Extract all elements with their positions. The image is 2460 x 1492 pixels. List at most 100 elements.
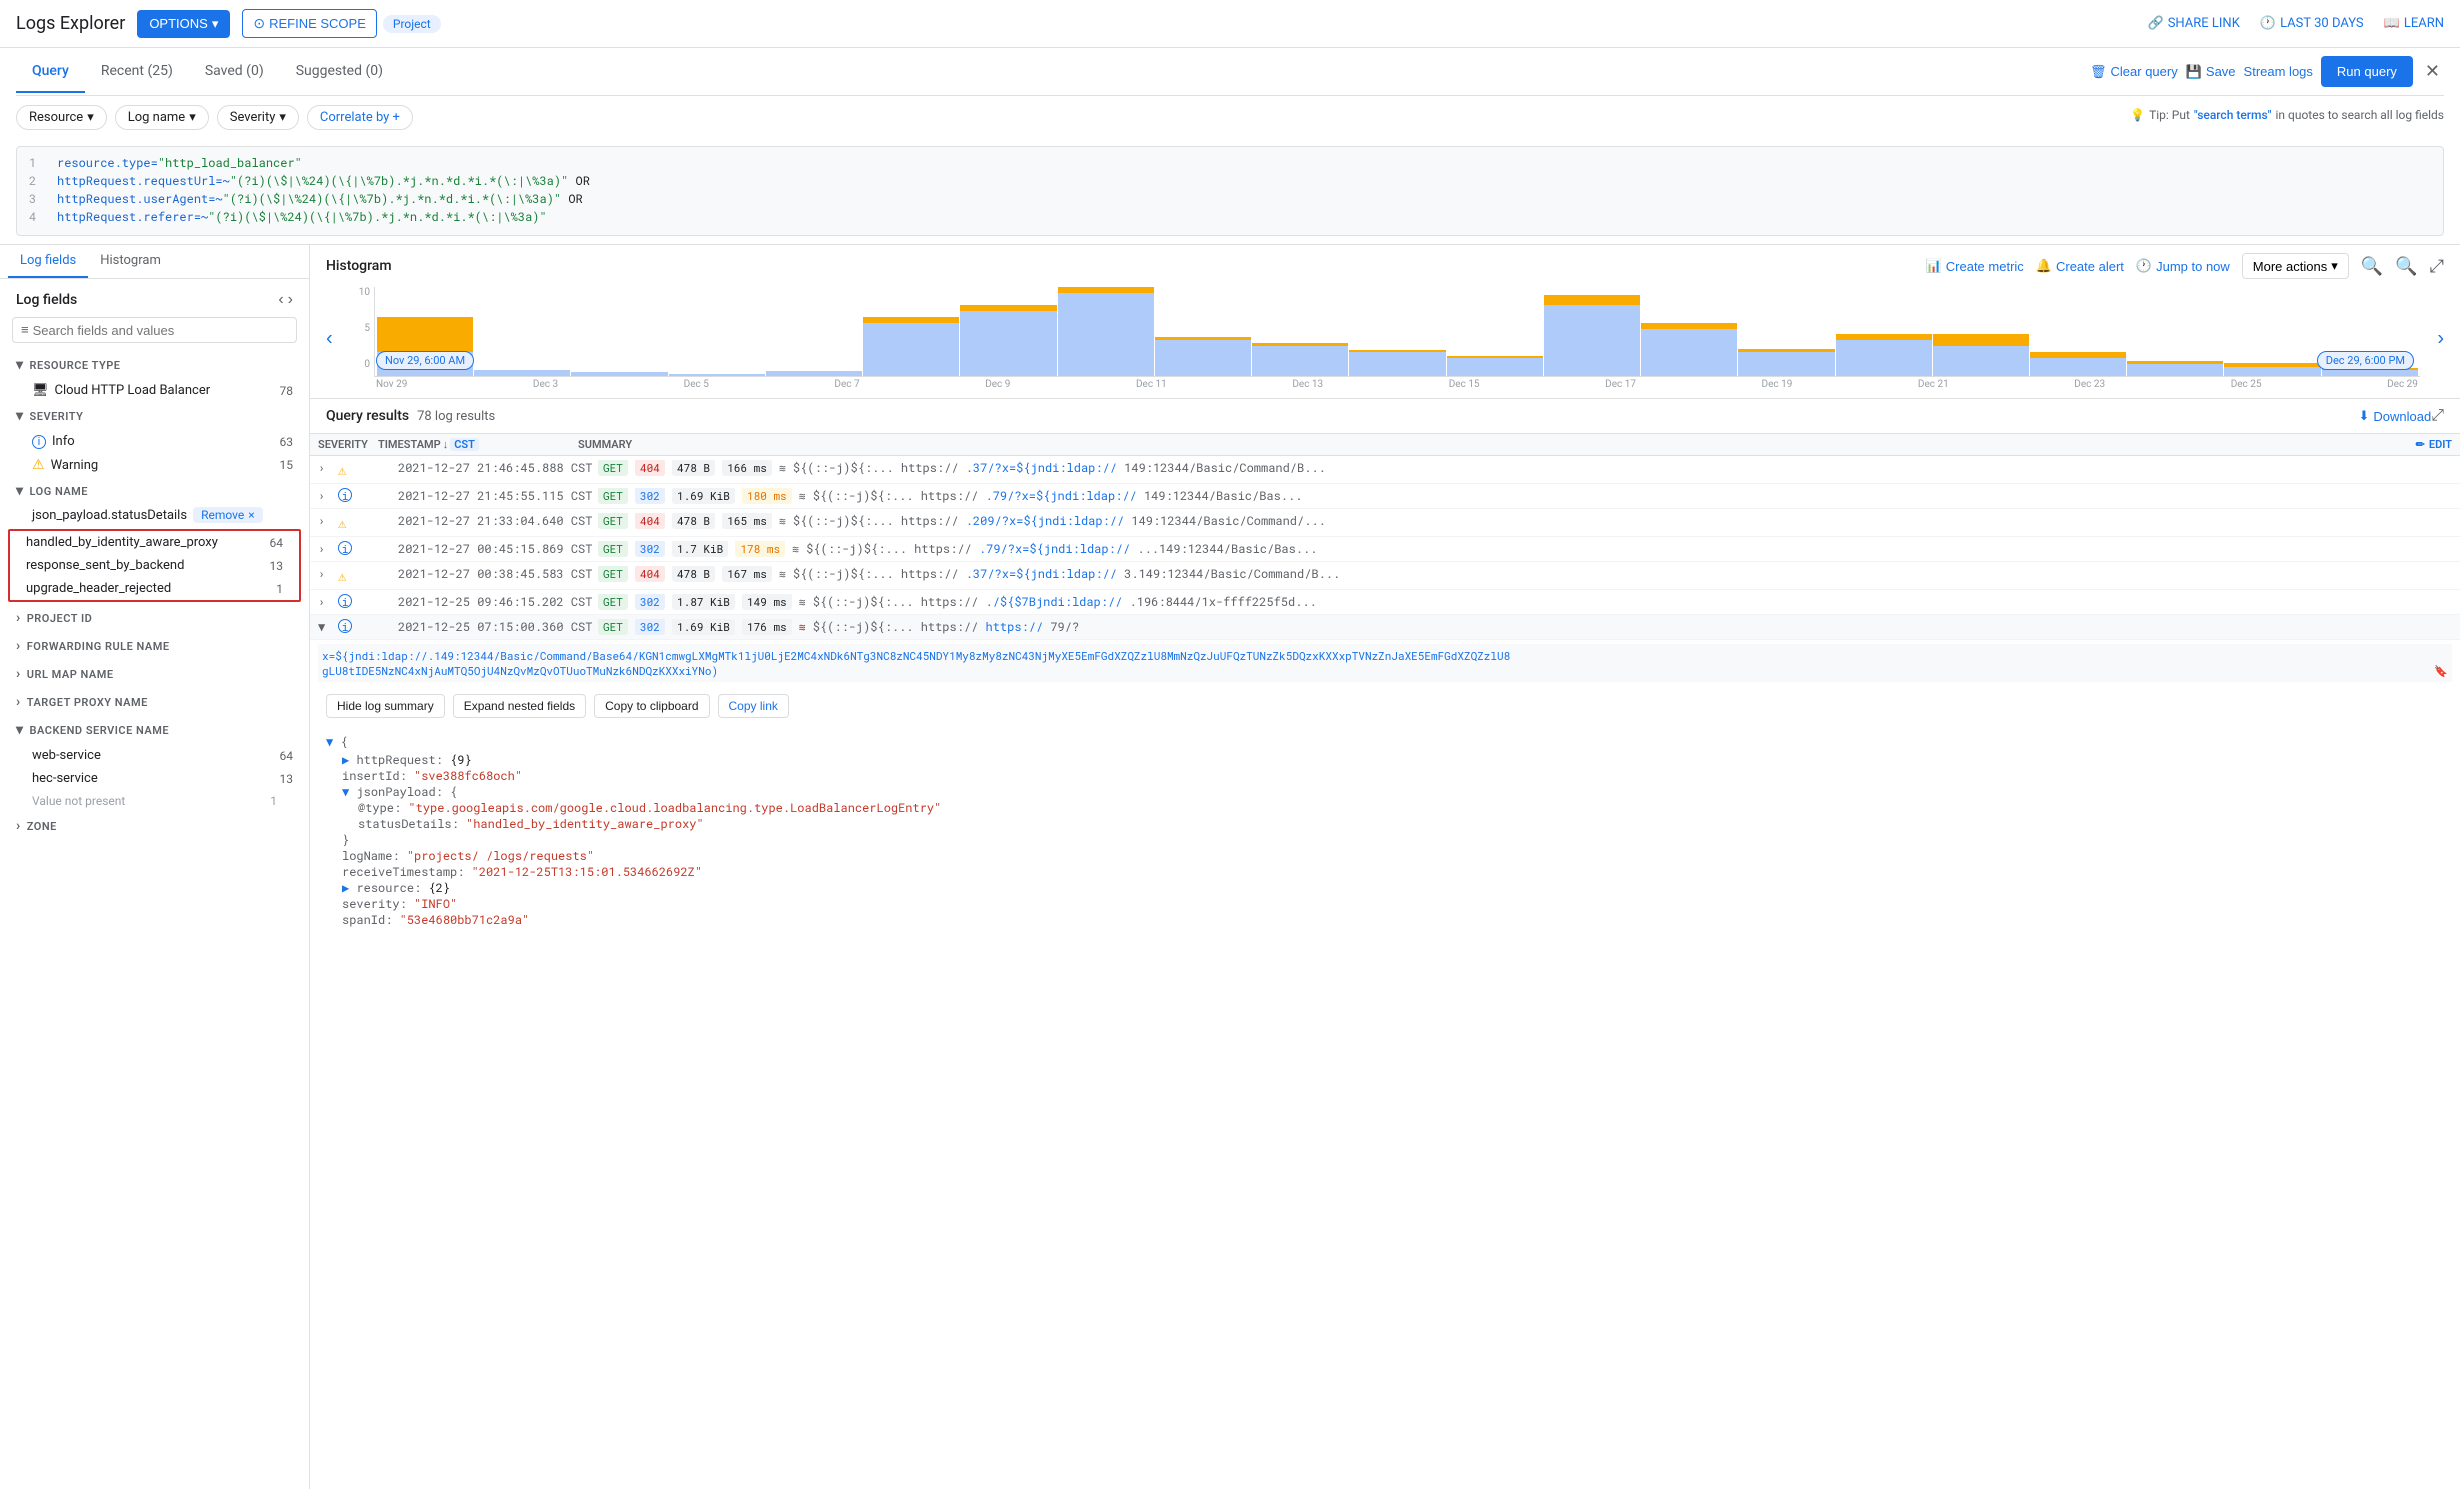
panel-nav-right[interactable]: › bbox=[288, 291, 293, 309]
tab-saved[interactable]: Saved (0) bbox=[189, 51, 280, 93]
tip-icon: 💡 bbox=[2130, 108, 2145, 122]
download-button[interactable]: ⬇ Download bbox=[2358, 408, 2431, 424]
expand-arrow[interactable]: ▼ bbox=[318, 619, 334, 635]
x-label: Dec 7 bbox=[834, 379, 859, 390]
field-item-warning[interactable]: ⚠ Warning 15 bbox=[0, 453, 309, 477]
log-row[interactable]: › ⚠ 2021-12-27 21:46:45.888 CST GET 404 … bbox=[310, 456, 2460, 484]
clear-query-button[interactable]: 🗑 Clear query bbox=[2090, 64, 2178, 80]
log-row[interactable]: › i 2021-12-27 21:45:55.115 CST GET 302 … bbox=[310, 484, 2460, 509]
server-icon: 🖥 bbox=[32, 383, 49, 398]
bar-group bbox=[1544, 287, 1640, 376]
expand-arrow[interactable]: › bbox=[318, 460, 334, 476]
copy-link-button[interactable]: Copy link bbox=[718, 694, 789, 718]
x-label: Dec 13 bbox=[1292, 379, 1323, 390]
expand-json-payload[interactable]: ▼ bbox=[342, 784, 349, 800]
col-timestamp[interactable]: TIMESTAMP ↓ CST bbox=[378, 438, 578, 451]
expand-results-button[interactable]: ⤢ bbox=[2431, 407, 2444, 425]
run-query-button[interactable]: Run query bbox=[2321, 56, 2413, 87]
hide-summary-button[interactable]: Hide log summary bbox=[326, 694, 445, 718]
col-edit[interactable]: ✏ EDIT bbox=[2416, 438, 2452, 451]
create-alert-button[interactable]: 🔔 Create alert bbox=[2036, 258, 2124, 274]
timezone-selector[interactable]: CST bbox=[450, 438, 479, 451]
table-header: SEVERITY TIMESTAMP ↓ CST SUMMARY ✏ EDIT bbox=[310, 434, 2460, 456]
bookmark-icon[interactable]: 🔖 bbox=[2434, 663, 2448, 678]
correlate-by-chip[interactable]: Correlate by + bbox=[307, 105, 413, 130]
url-map-name-header[interactable]: › URL MAP NAME bbox=[0, 660, 309, 688]
chart-nav-right-button[interactable]: › bbox=[2437, 327, 2444, 350]
resource-chip[interactable]: Resource ▾ bbox=[16, 105, 107, 130]
tab-recent[interactable]: Recent (25) bbox=[85, 51, 189, 93]
zoom-out-button[interactable]: 🔍 bbox=[2361, 256, 2383, 277]
last-days-button[interactable]: 🕐 LAST 30 DAYS bbox=[2260, 16, 2364, 31]
expand-arrow[interactable]: › bbox=[318, 566, 334, 582]
warning-icon: ⚠ bbox=[338, 566, 346, 585]
bar-group bbox=[1641, 287, 1737, 376]
tab-histogram[interactable]: Histogram bbox=[88, 245, 173, 278]
log-timestamp: 2021-12-27 21:33:04.640 CST bbox=[398, 513, 598, 529]
project-id-header[interactable]: › PROJECT ID bbox=[0, 604, 309, 632]
expanded-log-row[interactable]: ▼ i 2021-12-25 07:15:00.360 CST GET 302 … bbox=[310, 615, 2460, 640]
stream-logs-button[interactable]: Stream logs bbox=[2244, 64, 2313, 79]
range-label-right[interactable]: Dec 29, 6:00 PM bbox=[2317, 351, 2414, 370]
create-metric-button[interactable]: 📊 Create metric bbox=[1926, 258, 2024, 274]
learn-button[interactable]: 📖 LEARN bbox=[2384, 16, 2444, 31]
resource-type-header[interactable]: ▾ RESOURCE TYPE bbox=[0, 351, 309, 379]
range-label-left[interactable]: Nov 29, 6:00 AM bbox=[376, 351, 474, 370]
zone-header[interactable]: › ZONE bbox=[0, 812, 309, 840]
field-item-upgrade[interactable]: upgrade_header_rejected 1 bbox=[10, 577, 299, 600]
expand-arrow[interactable]: › bbox=[318, 541, 334, 557]
field-item-web-service[interactable]: web-service 64 bbox=[0, 744, 309, 767]
panel-nav-left[interactable]: ‹ bbox=[278, 291, 283, 309]
query-actions: 🗑 Clear query 💾 Save Stream logs Run que… bbox=[2090, 48, 2444, 95]
field-item-cloud-http[interactable]: 🖥 Cloud HTTP Load Balancer 78 bbox=[0, 379, 309, 402]
expand-json-root[interactable]: ▼ bbox=[326, 734, 333, 750]
zoom-in-button[interactable]: 🔍 bbox=[2395, 256, 2417, 277]
filter-value-label[interactable]: json_payload.statusDetails bbox=[32, 508, 187, 523]
severity-header[interactable]: ▾ SEVERITY bbox=[0, 402, 309, 430]
clock-icon: 🕐 bbox=[2260, 16, 2276, 31]
field-item-hec-service[interactable]: hec-service 13 bbox=[0, 767, 309, 790]
log-summary: GET 404 478 B 165 ms ≋ ${(::-j)${:... ht… bbox=[598, 513, 2452, 529]
more-actions-button[interactable]: More actions ▾ bbox=[2242, 253, 2349, 279]
severity-chip[interactable]: Severity ▾ bbox=[217, 105, 299, 130]
field-item-info[interactable]: i Info 63 bbox=[0, 430, 309, 453]
refine-scope-button[interactable]: ⊙ REFINE SCOPE bbox=[242, 9, 377, 38]
save-button[interactable]: 💾 Save bbox=[2186, 64, 2236, 80]
options-button[interactable]: OPTIONS ▾ bbox=[137, 10, 230, 38]
log-row[interactable]: › ⚠ 2021-12-27 00:38:45.583 CST GET 404 … bbox=[310, 562, 2460, 590]
bar-info bbox=[1933, 346, 2029, 376]
log-row[interactable]: › ⚠ 2021-12-27 21:33:04.640 CST GET 404 … bbox=[310, 509, 2460, 537]
log-timestamp: 2021-12-27 21:45:55.115 CST bbox=[398, 488, 598, 504]
field-item-response[interactable]: response_sent_by_backend 13 bbox=[10, 554, 299, 577]
jump-to-now-button[interactable]: 🕐 Jump to now bbox=[2136, 258, 2230, 274]
target-proxy-header[interactable]: › TARGET PROXY NAME bbox=[0, 688, 309, 716]
expand-http-request[interactable]: ▶ bbox=[342, 752, 349, 768]
backend-service-header[interactable]: ▾ BACKEND SERVICE NAME bbox=[0, 716, 309, 744]
copy-clipboard-button[interactable]: Copy to clipboard bbox=[594, 694, 709, 718]
expand-arrow[interactable]: › bbox=[318, 513, 334, 529]
query-editor[interactable]: 1 resource.type="http_load_balancer" 2 h… bbox=[16, 146, 2444, 236]
chart-nav-left-button[interactable]: ‹ bbox=[326, 327, 333, 350]
search-box[interactable]: ≡ bbox=[12, 317, 297, 343]
field-item-handled[interactable]: handled_by_identity_aware_proxy 64 bbox=[10, 531, 299, 554]
close-button[interactable]: ✕ bbox=[2421, 57, 2444, 86]
tab-log-fields[interactable]: Log fields bbox=[8, 245, 88, 278]
forwarding-rule-header[interactable]: › FORWARDING RULE NAME bbox=[0, 632, 309, 660]
expand-resource[interactable]: ▶ bbox=[342, 880, 349, 896]
expand-fields-button[interactable]: Expand nested fields bbox=[453, 694, 586, 718]
log-name-chip[interactable]: Log name ▾ bbox=[115, 105, 209, 130]
expand-histogram-button[interactable]: ⤢ bbox=[2430, 256, 2444, 277]
expand-arrow[interactable]: › bbox=[318, 488, 334, 504]
log-name-header[interactable]: ▾ LOG NAME bbox=[0, 477, 309, 505]
info-icon: i bbox=[338, 594, 352, 608]
log-rows: › ⚠ 2021-12-27 21:46:45.888 CST GET 404 … bbox=[310, 456, 2460, 615]
remove-filter-badge[interactable]: Remove × bbox=[193, 507, 263, 523]
tab-suggested[interactable]: Suggested (0) bbox=[280, 51, 399, 93]
share-link-button[interactable]: 🔗 SHARE LINK bbox=[2148, 16, 2240, 31]
log-row[interactable]: › i 2021-12-25 09:46:15.202 CST GET 302 … bbox=[310, 590, 2460, 615]
expand-arrow[interactable]: › bbox=[318, 594, 334, 610]
y-axis: 10 5 0 bbox=[350, 287, 374, 390]
search-input[interactable] bbox=[33, 323, 288, 338]
log-row[interactable]: › i 2021-12-27 00:45:15.869 CST GET 302 … bbox=[310, 537, 2460, 562]
tab-query[interactable]: Query bbox=[16, 51, 85, 93]
